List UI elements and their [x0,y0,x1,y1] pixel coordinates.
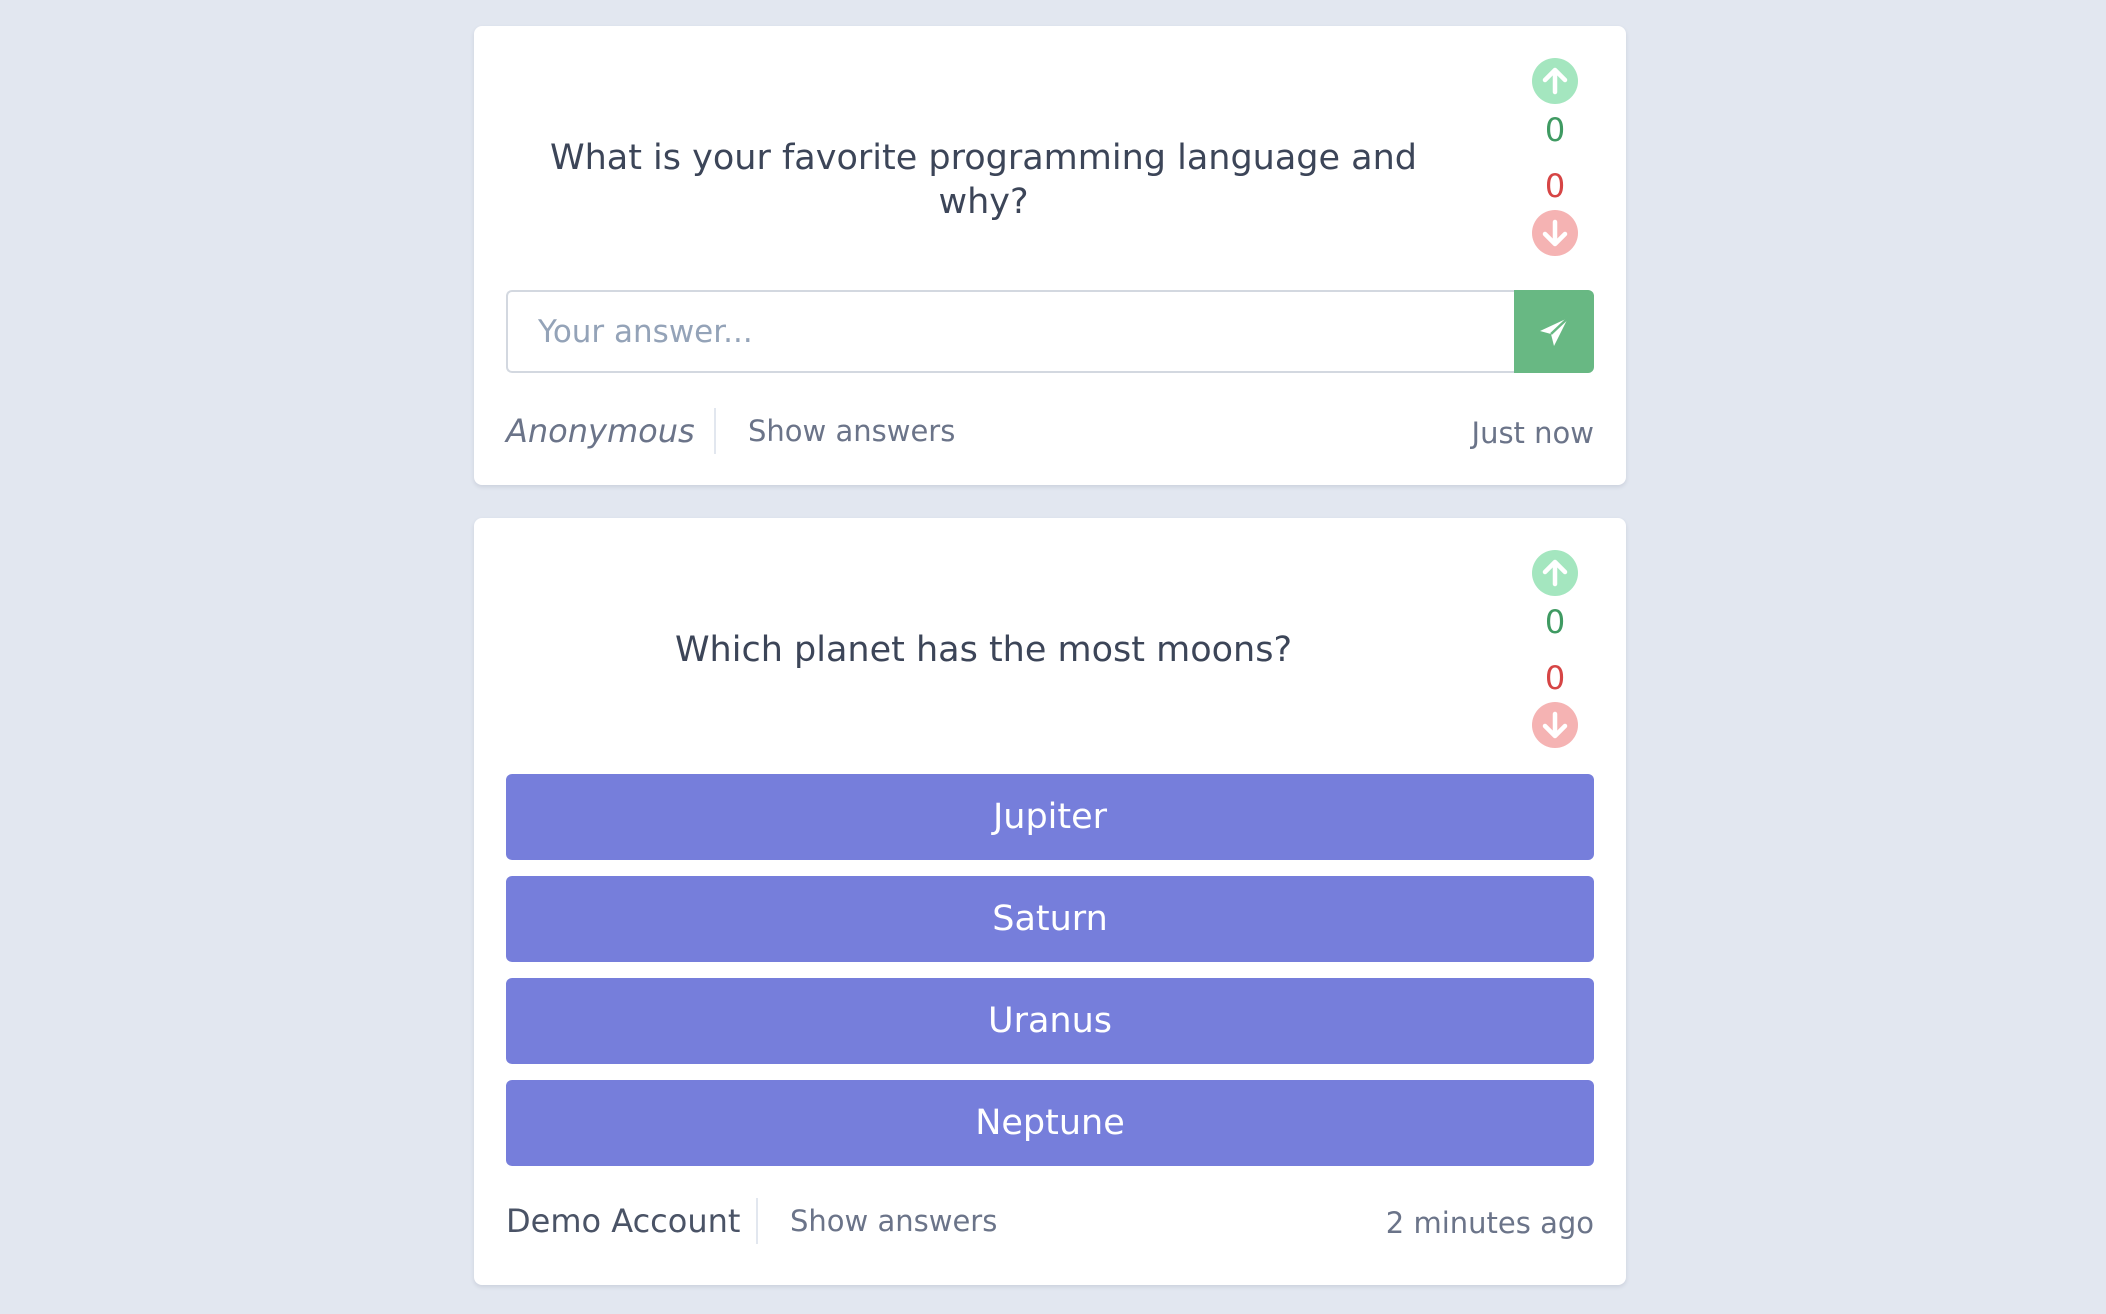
timestamp: Just now [1471,416,1594,450]
answer-input[interactable] [506,290,1516,373]
show-answers-link[interactable]: Show answers [748,408,955,454]
question-text: What is your favorite programming langua… [549,138,1418,222]
option-saturn-button[interactable]: Saturn [506,876,1594,962]
downvote-count: 0 [1544,659,1566,697]
option-uranus-button[interactable]: Uranus [506,978,1594,1064]
footer-divider [714,408,716,454]
question-footer: Anonymous Show answers Just now [506,408,1594,454]
timestamp: 2 minutes ago [1385,1206,1594,1240]
send-answer-button[interactable] [1514,290,1594,373]
question-card: What is your favorite programming langua… [474,26,1626,485]
answer-options: Jupiter Saturn Uranus Neptune [506,774,1594,1182]
vote-panel: 0 0 [1530,550,1580,750]
arrow-up-icon [1542,559,1568,587]
arrow-up-icon [1542,67,1568,95]
downvote-count: 0 [1544,167,1566,205]
show-answers-link[interactable]: Show answers [790,1198,997,1244]
downvote-button[interactable] [1532,210,1578,256]
arrow-down-icon [1542,711,1568,739]
upvote-count: 0 [1544,111,1566,149]
paper-plane-icon [1540,316,1569,346]
question-footer: Demo Account Show answers 2 minutes ago [506,1198,1594,1244]
upvote-count: 0 [1544,603,1566,641]
author-name: Anonymous [506,412,695,450]
question-card: Which planet has the most moons? 0 0 Jup… [474,518,1626,1285]
answer-form [506,290,1594,373]
author-name: Demo Account [506,1202,741,1240]
footer-divider [756,1198,758,1244]
upvote-button[interactable] [1532,58,1578,104]
option-jupiter-button[interactable]: Jupiter [506,774,1594,860]
arrow-down-icon [1542,219,1568,247]
option-neptune-button[interactable]: Neptune [506,1080,1594,1166]
downvote-button[interactable] [1532,702,1578,748]
question-text: Which planet has the most moons? [674,630,1293,670]
upvote-button[interactable] [1532,550,1578,596]
vote-panel: 0 0 [1530,58,1580,258]
